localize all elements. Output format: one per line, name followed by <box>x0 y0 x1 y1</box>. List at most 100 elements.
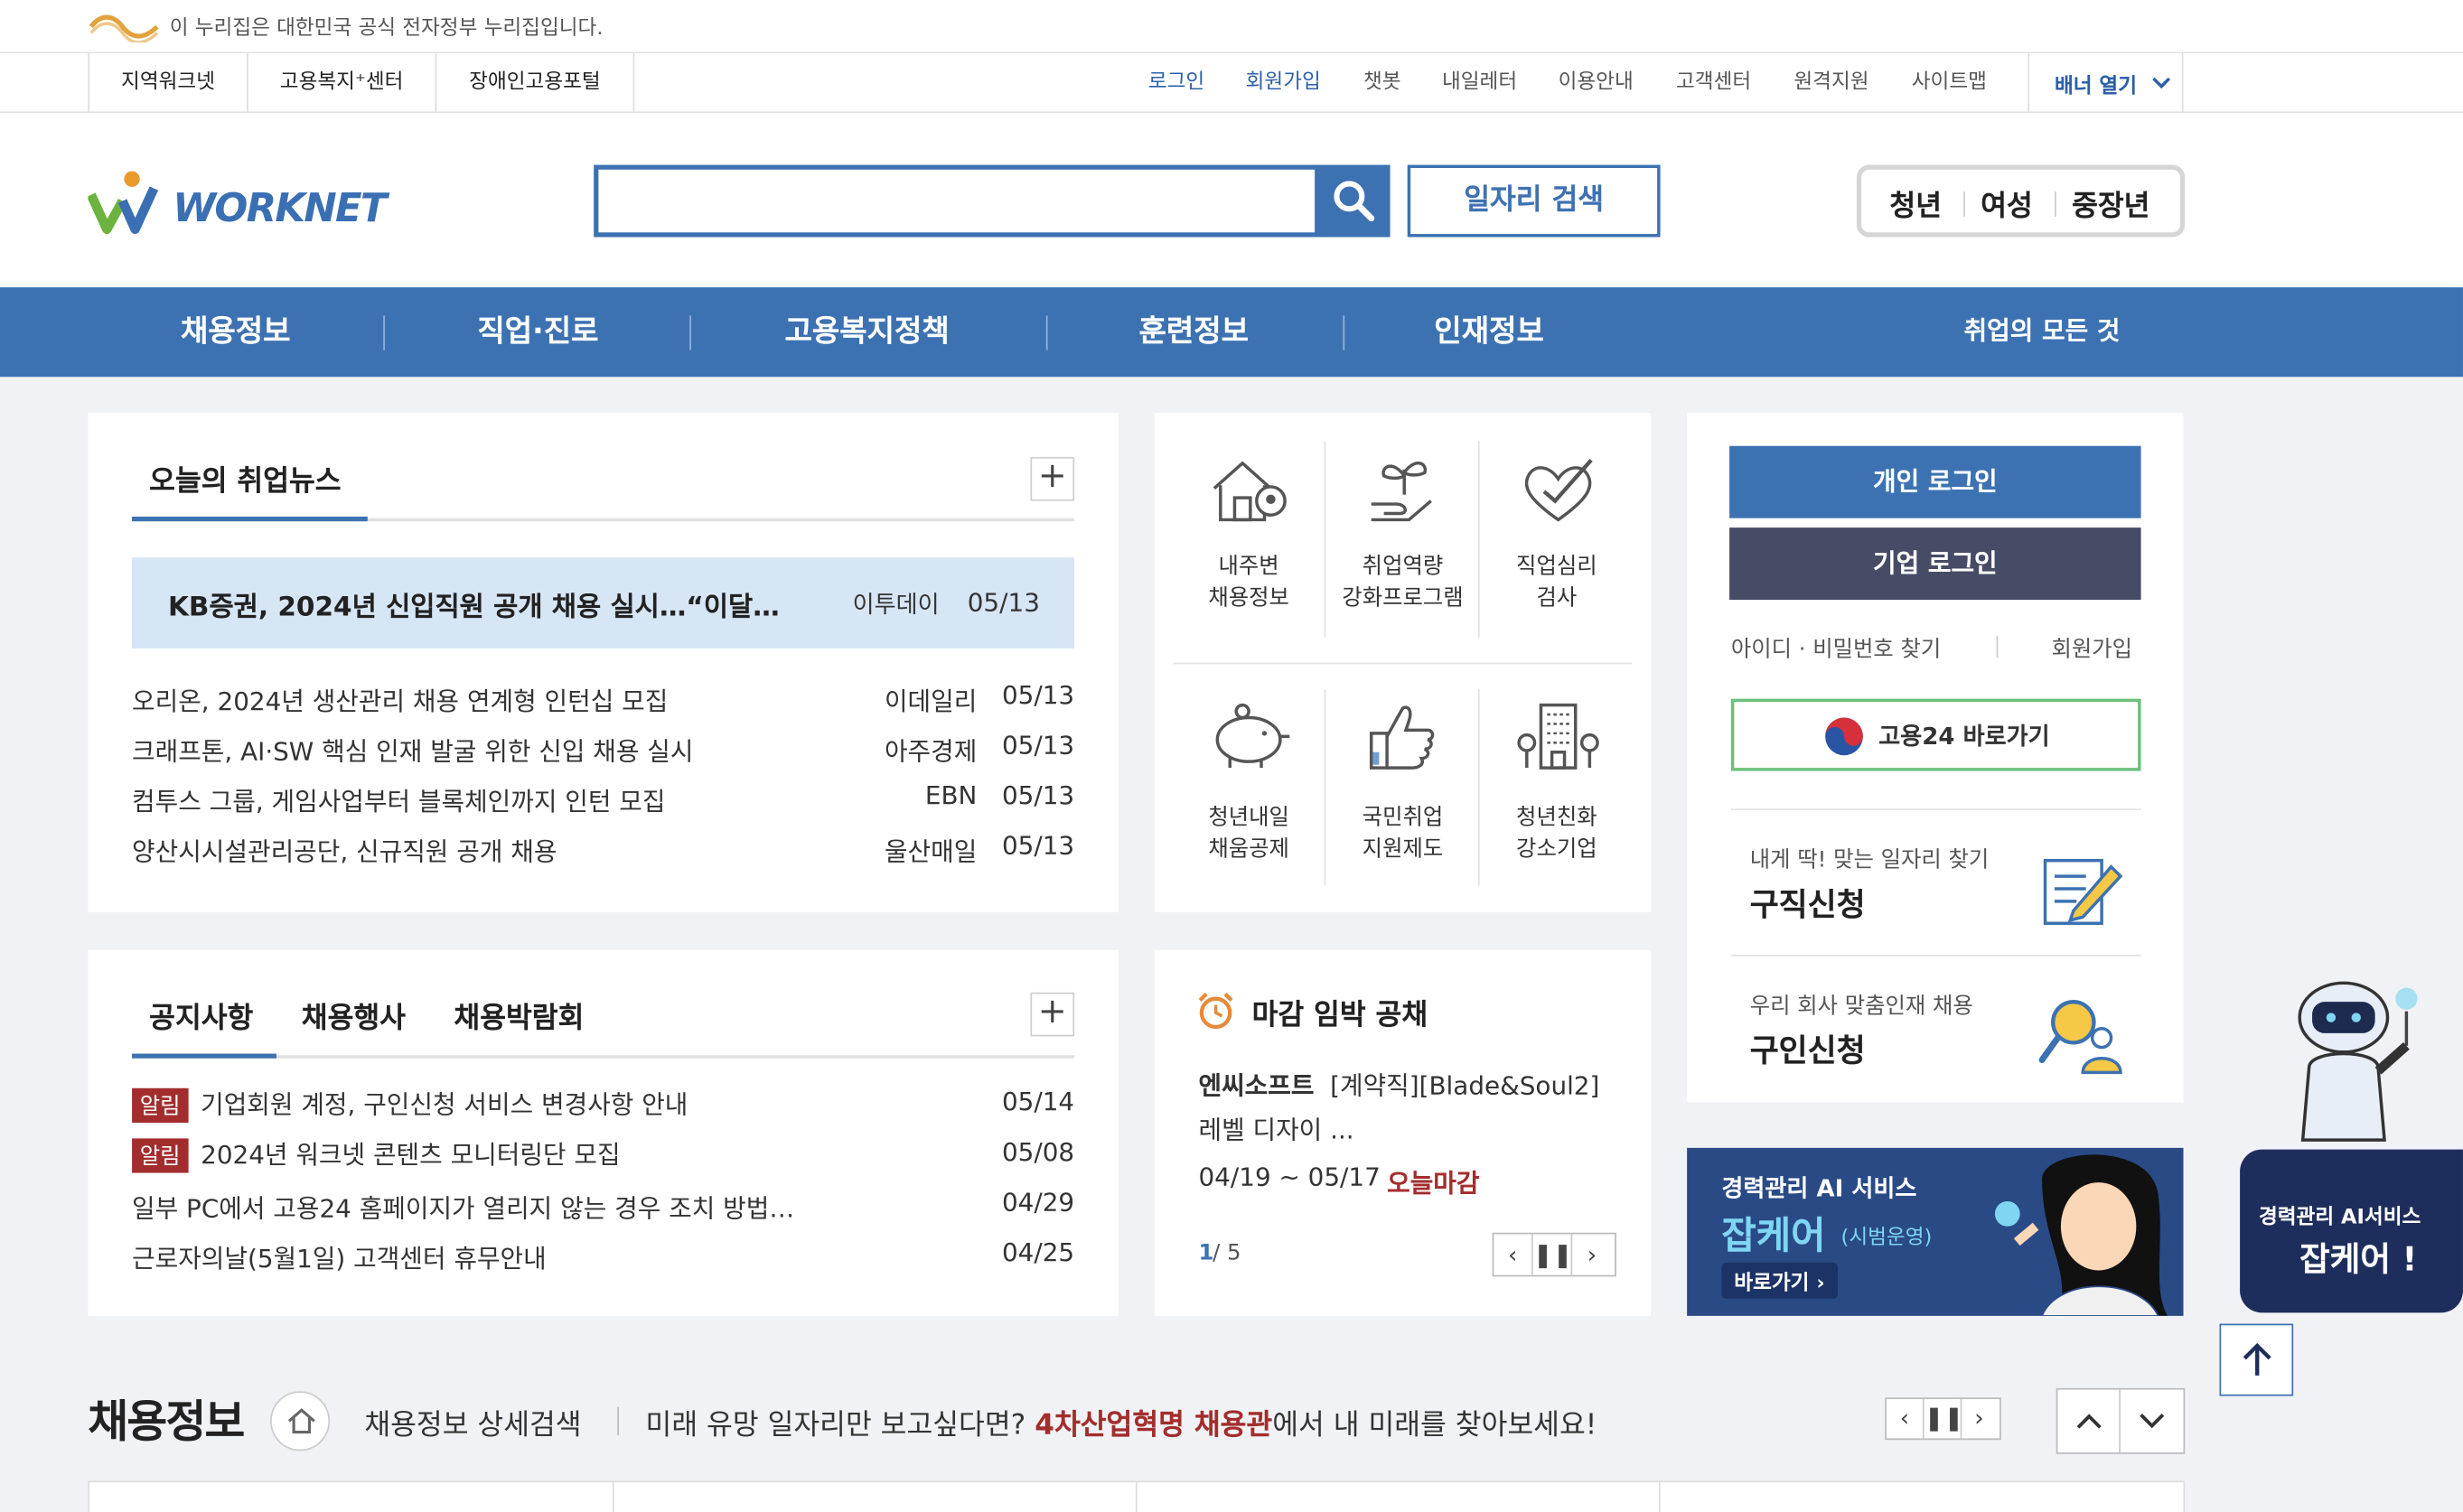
login-link[interactable]: 로그인 <box>1148 53 1204 113</box>
tab-today-news[interactable]: 오늘의 취업뉴스 <box>149 459 341 499</box>
divider <box>1996 636 1999 658</box>
site-link-welfare-center[interactable]: 고용복지⁺센터 <box>246 53 435 114</box>
quick-label: 직업심리 검사 <box>1516 554 1597 611</box>
banner-toggle-button[interactable]: 배너 열기 <box>2028 53 2184 114</box>
house-map-icon <box>1213 461 1287 522</box>
news-item-title[interactable]: 오리온, 2024년 생산관리 채용 연계형 인턴십 모집 <box>132 680 870 718</box>
news-item-source: 아주경제 <box>884 736 978 767</box>
news-item-title[interactable]: 컴투스 그룹, 게임사업부터 블록체인까지 인턴 모집 <box>132 780 870 818</box>
prev-button[interactable]: ‹ <box>1494 1234 1533 1275</box>
detail-search-link[interactable]: 채용정보 상세검색 <box>364 1402 581 1442</box>
sitemap-link[interactable]: 사이트맵 <box>1912 53 1987 113</box>
company-login-button[interactable]: 기업 로그인 <box>1729 527 2141 601</box>
news-item-source: 울산매일 <box>884 836 978 867</box>
news-item-title[interactable]: 크래프톤, AI·SW 핵심 인재 발굴 위한 신입 채용 실시 <box>132 730 870 768</box>
gov-banner-text: 이 누리집은 대한민국 공식 전자정부 누리집입니다. <box>169 17 604 42</box>
news-item-date: 05/13 <box>1001 730 1075 761</box>
target-middle-aged[interactable]: 중장년 <box>2072 183 2149 224</box>
logo-w-icon <box>88 171 159 235</box>
nav-talent[interactable]: 인재정보 <box>1348 287 1631 377</box>
quick-psych-test[interactable]: 직업심리 검사 <box>1478 442 1635 646</box>
chatbot-link[interactable]: 챗봇 <box>1363 53 1401 113</box>
notice-item[interactable]: 알림 기업회원 계정, 구인신청 서비스 변경사항 안내 <box>132 1084 949 1124</box>
divider <box>617 1406 619 1435</box>
news-item-date: 05/13 <box>1001 780 1075 811</box>
quick-national-employment[interactable]: 국민취업 지원제도 <box>1325 689 1482 893</box>
jobcare-banner[interactable]: 경력관리 AI 서비스 잡케어 (시범운영) 바로가기 › <box>1687 1147 2184 1316</box>
promo-text[interactable]: 미래 유망 일자리만 보고싶다면? 4차산업혁명 채용관에서 내 미래를 찾아보… <box>646 1402 1597 1442</box>
tab-notice[interactable]: 공지사항 <box>149 995 253 1036</box>
building-icon <box>1517 703 1599 770</box>
quick-youth-savings[interactable]: 청년내일 채움공제 <box>1170 689 1327 893</box>
guide-link[interactable]: 이용안내 <box>1559 53 1634 113</box>
deadline-status: 오늘마감 <box>1387 1168 1480 1199</box>
notice-item[interactable]: 근로자의날(5월1일) 고객센터 휴무안내 <box>132 1237 949 1275</box>
tab-recruit-event[interactable]: 채용행사 <box>302 995 406 1036</box>
notice-item[interactable]: 일부 PC에서 고용24 홈페이지가 열리지 않는 경우 조치 방법… <box>132 1187 949 1225</box>
notice-date: 05/14 <box>1001 1087 1075 1117</box>
next-button[interactable]: › <box>1572 1234 1611 1274</box>
search-box <box>594 164 1320 238</box>
search-button[interactable] <box>1316 164 1391 238</box>
tab-job-fair[interactable]: 채용박람회 <box>454 995 584 1036</box>
notice-more-button[interactable]: + <box>1030 992 1075 1037</box>
banner-go-button[interactable]: 바로가기 › <box>1721 1262 1838 1299</box>
nav-training[interactable]: 훈련정보 <box>1053 287 1335 377</box>
nav-welfare-policy[interactable]: 고용복지정책 <box>694 287 1039 377</box>
notice-item[interactable]: 알림 2024년 워크넷 콘텐츠 모니터링단 모집 <box>132 1134 949 1173</box>
join-link-panel[interactable]: 회원가입 <box>2051 633 2132 665</box>
site-link-disability-portal[interactable]: 장애인고용포털 <box>435 53 635 114</box>
promo-highlight: 4차산업혁명 채용관 <box>1035 1408 1273 1442</box>
quick-competency-program[interactable]: 취업역량 강화프로그램 <box>1325 442 1482 646</box>
floating-line2: 잡케어 ! <box>2299 1240 2418 1279</box>
search-icon <box>1334 181 1375 222</box>
prev-button[interactable]: ‹ <box>1887 1399 1925 1439</box>
scroll-top-button[interactable] <box>2219 1323 2294 1396</box>
home-button[interactable] <box>270 1391 331 1451</box>
search-input[interactable] <box>607 175 1309 227</box>
pause-button[interactable]: ❚❚ <box>1925 1399 1963 1439</box>
nav-divider <box>1045 315 1048 350</box>
find-id-password-link[interactable]: 아이디 · 비밀번호 찾기 <box>1731 633 1941 665</box>
nav-divider <box>1343 315 1345 350</box>
pause-button[interactable]: ❚❚ <box>1533 1234 1572 1275</box>
target-youth[interactable]: 청년 <box>1889 183 1942 224</box>
deadline-panel: 마감 임박 공채 엔씨소프트 [계약직][Blade&Soul2] 레벨 디자이… <box>1154 949 1652 1316</box>
section-up-button[interactable] <box>2057 1389 2121 1453</box>
nav-all-about-jobs[interactable]: 취업의 모든 것 <box>1916 287 2168 377</box>
job-offer-apply[interactable]: 우리 회사 맞춤인재 채용 구인신청 <box>1731 957 2141 1097</box>
robot-speech-box: 경력관리 AI서비스 잡케어 ! <box>2240 1149 2463 1313</box>
job-seek-apply[interactable]: 내게 딱! 맞는 일자리 찾기 구직신청 <box>1731 810 2141 955</box>
section-down-button[interactable] <box>2121 1390 2184 1453</box>
goyong24-label: 고용24 바로가기 <box>1878 722 2050 751</box>
deadline-job[interactable]: 엔씨소프트 [계약직][Blade&Soul2] 레벨 디자이 ... <box>1198 1065 1622 1153</box>
divider <box>1963 191 1965 217</box>
featured-news-source: 이투데이 <box>852 590 940 619</box>
nav-recruit[interactable]: 채용정보 <box>94 287 377 377</box>
personal-login-button[interactable]: 개인 로그인 <box>1729 445 2141 518</box>
remote-support-link[interactable]: 원격지원 <box>1793 53 1868 113</box>
letter-link[interactable]: 내일레터 <box>1442 53 1517 113</box>
nav-career[interactable]: 직업·진로 <box>393 287 684 377</box>
job-search-button[interactable]: 일자리 검색 <box>1407 164 1661 238</box>
worknet-logo[interactable]: WORKNET <box>88 166 388 235</box>
site-link-regional[interactable]: 지역워크넷 <box>88 53 247 114</box>
recruit-section-title: 채용정보 <box>88 1395 245 1448</box>
target-women[interactable]: 여성 <box>1981 183 2033 224</box>
featured-news[interactable]: KB증권, 2024년 신입직원 공개 채용 실시…“이달… 이투데이 05/1… <box>132 557 1075 649</box>
goyong24-button[interactable]: 고용24 바로가기 <box>1730 698 2141 771</box>
customer-center-link[interactable]: 고객센터 <box>1676 53 1751 113</box>
chevron-down-icon <box>2140 1414 2165 1429</box>
jobcare-floating-widget[interactable]: 경력관리 AI서비스 잡케어 ! <box>2227 976 2463 1313</box>
news-item-title[interactable]: 양산시시설관리공단, 신규직원 공개 채용 <box>132 831 870 869</box>
nav-divider <box>689 315 691 350</box>
deadline-company: 엔씨소프트 <box>1198 1070 1315 1101</box>
quick-nearby-jobs[interactable]: 내주변 채용정보 <box>1170 442 1327 646</box>
quick-menu-panel: 내주변 채용정보 취업역량 강화프로그램 직업심리 검사 청년내일 채움공제 국… <box>1154 413 1652 913</box>
news-more-button[interactable]: + <box>1030 456 1075 501</box>
page-current: 1 <box>1198 1240 1214 1266</box>
quick-youth-friendly-company[interactable]: 청년친화 강소기업 <box>1478 689 1635 893</box>
next-button[interactable]: › <box>1962 1399 1996 1438</box>
quick-label: 청년내일 채움공제 <box>1208 805 1289 863</box>
join-link[interactable]: 회원가입 <box>1246 53 1321 113</box>
